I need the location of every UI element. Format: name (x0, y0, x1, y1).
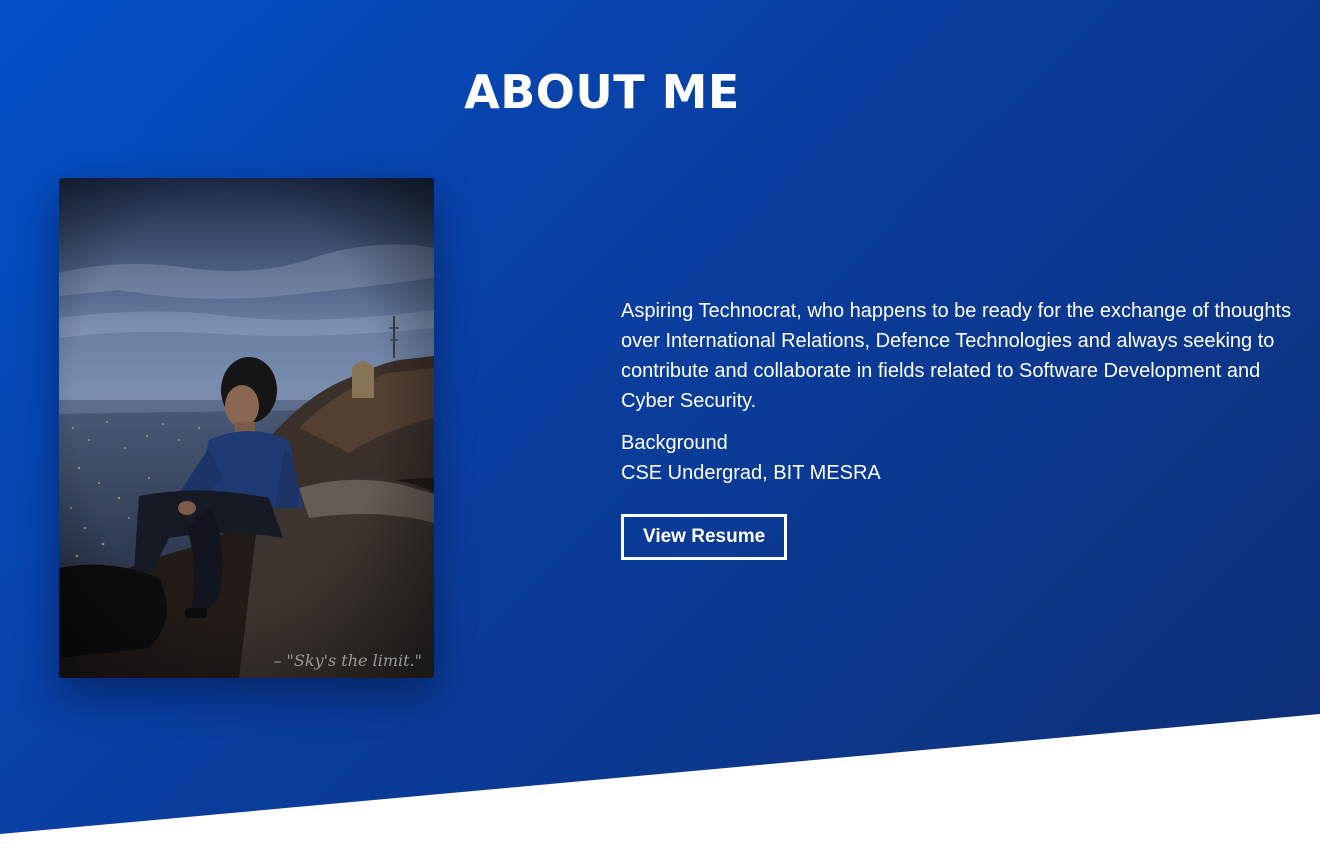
bio-text: Aspiring Technocrat, who happens to be r… (621, 300, 1292, 412)
profile-photo: – "Sky's the limit." (59, 178, 434, 678)
profile-photo-image (59, 178, 434, 678)
background-value: CSE Undergrad, BIT MESRA (621, 462, 881, 484)
section-title: ABOUT ME (464, 65, 740, 119)
photo-caption: – "Sky's the limit." (273, 651, 422, 670)
about-section: ABOUT ME – "Sky's the limit." Aspiring T… (0, 0, 1320, 834)
view-resume-button[interactable]: View Resume (621, 514, 788, 560)
about-content: Aspiring Technocrat, who happens to be r… (621, 296, 1301, 560)
background-label: Background (621, 432, 728, 454)
